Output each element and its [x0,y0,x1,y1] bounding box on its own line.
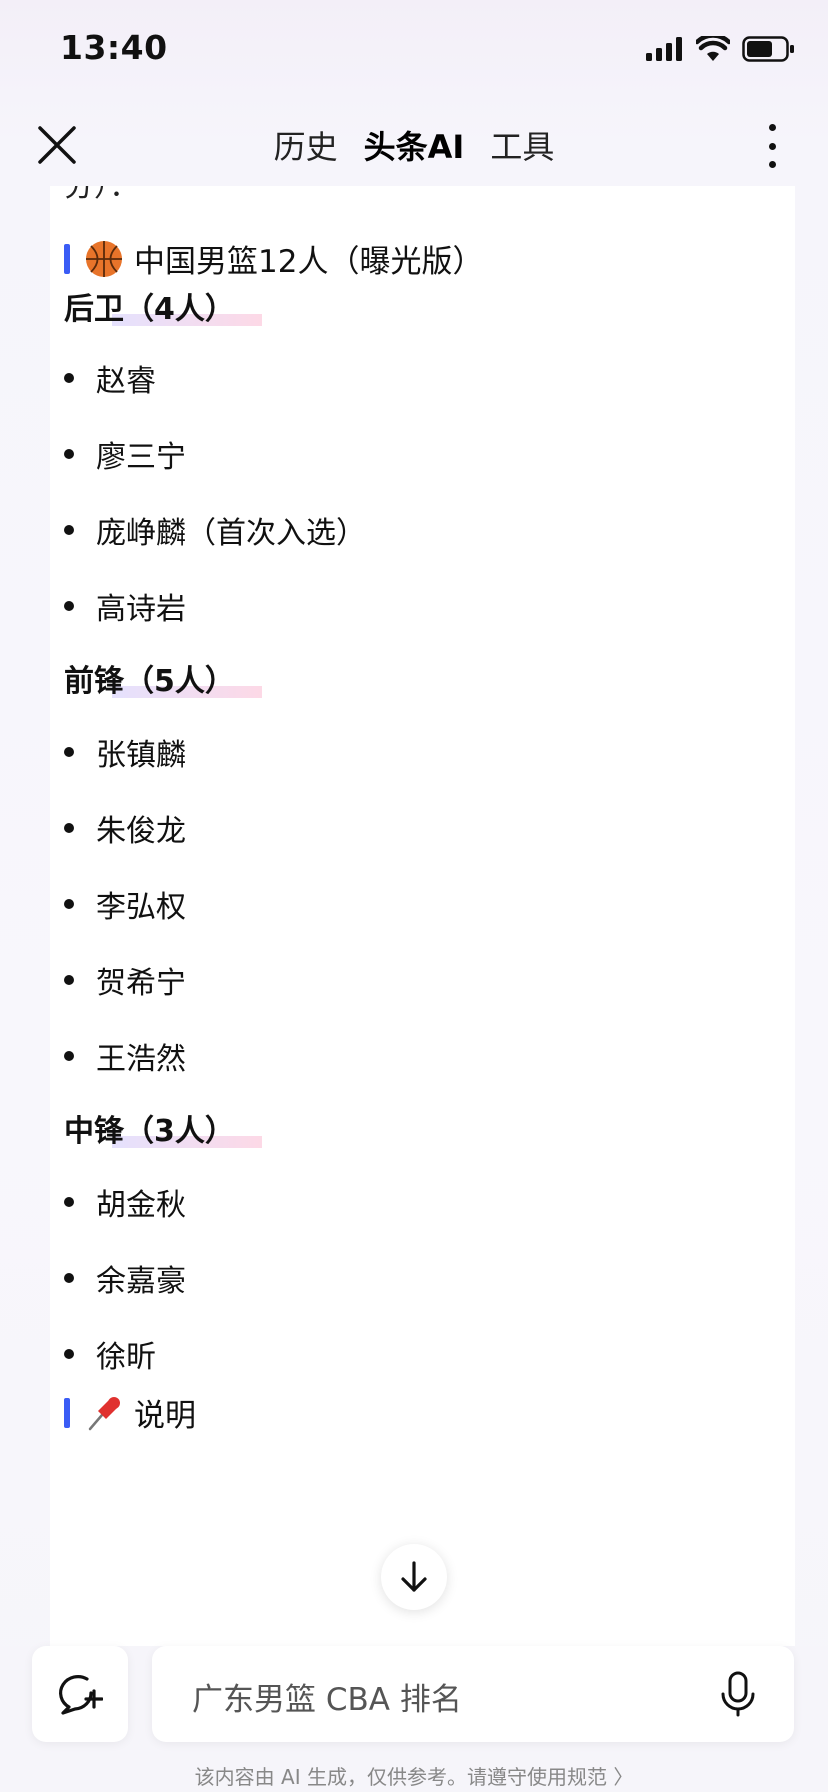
list-item: 廖三宁 [64,432,186,476]
list-item: 胡金秋 [64,1180,186,1224]
disclaimer-link[interactable]: 该内容由 AI 生成，仅供参考。请遵守使用规范 〉 [0,1761,828,1790]
list-item: 贺希宁 [64,958,186,1002]
microphone-icon[interactable] [718,1670,758,1718]
more-dot-icon [768,161,776,168]
new-chat-button[interactable] [32,1646,128,1742]
group-title-forwards: 前锋（5人） [64,656,262,700]
status-bar: 13:40 [0,0,828,100]
tab-toutiao-ai[interactable]: 头条AI [364,122,465,168]
section-heading-note: 说明 [64,1390,196,1435]
section-marker [64,1397,70,1428]
list-item: 张镇麟 [64,730,186,774]
chat-input-placeholder: 广东男篮 CBA 排名 [192,1682,462,1718]
tab-history[interactable]: 历史 [274,122,338,168]
list-item: 朱俊龙 [64,806,186,850]
list-item: 高诗岩 [64,584,186,628]
list-item: 余嘉豪 [64,1256,186,1300]
section-heading-text: 中国男篮12人（曝光版） [134,244,484,280]
nav-tabs: 历史 头条AI 工具 [0,122,828,168]
signal-icon [646,37,682,61]
status-icons [646,36,796,62]
wifi-icon [696,36,730,61]
list-item: 徐昕 [64,1332,156,1376]
answer-content: 分）： 中国男篮12人（曝光版） 后卫（4人） 赵睿 廖三宁 庞峥麟（首次入选）… [50,186,795,1646]
battery-icon [742,36,794,62]
arrow-down-icon [401,1561,427,1592]
list-item: 庞峥麟（首次入选） [64,508,366,552]
chat-input[interactable]: 广东男篮 CBA 排名 [152,1646,794,1742]
cut-off-text: 分）： [64,186,139,204]
new-chat-icon [59,1675,103,1715]
more-dot-icon [768,142,776,150]
basketball-icon [86,240,122,277]
tab-tools[interactable]: 工具 [490,122,554,168]
more-options-button[interactable] [766,124,778,168]
section-marker [64,243,70,274]
section-heading-text: 说明 [134,1398,196,1434]
scroll-to-bottom-button[interactable] [381,1544,447,1610]
bottom-input-area: 广东男篮 CBA 排名 该内容由 AI 生成，仅供参考。请遵守使用规范 〉 [0,1646,828,1792]
status-time: 13:40 [60,28,168,67]
nav-bar: 历史 头条AI 工具 [0,110,828,180]
list-item: 王浩然 [64,1034,186,1078]
list-item: 李弘权 [64,882,186,926]
group-title-centers: 中锋（3人） [64,1106,262,1150]
pushpin-icon [88,1396,120,1430]
section-heading-roster: 中国男篮12人（曝光版） [64,236,483,281]
more-dot-icon [768,124,776,131]
list-item: 赵睿 [64,356,156,400]
group-title-guards: 后卫（4人） [64,284,262,328]
